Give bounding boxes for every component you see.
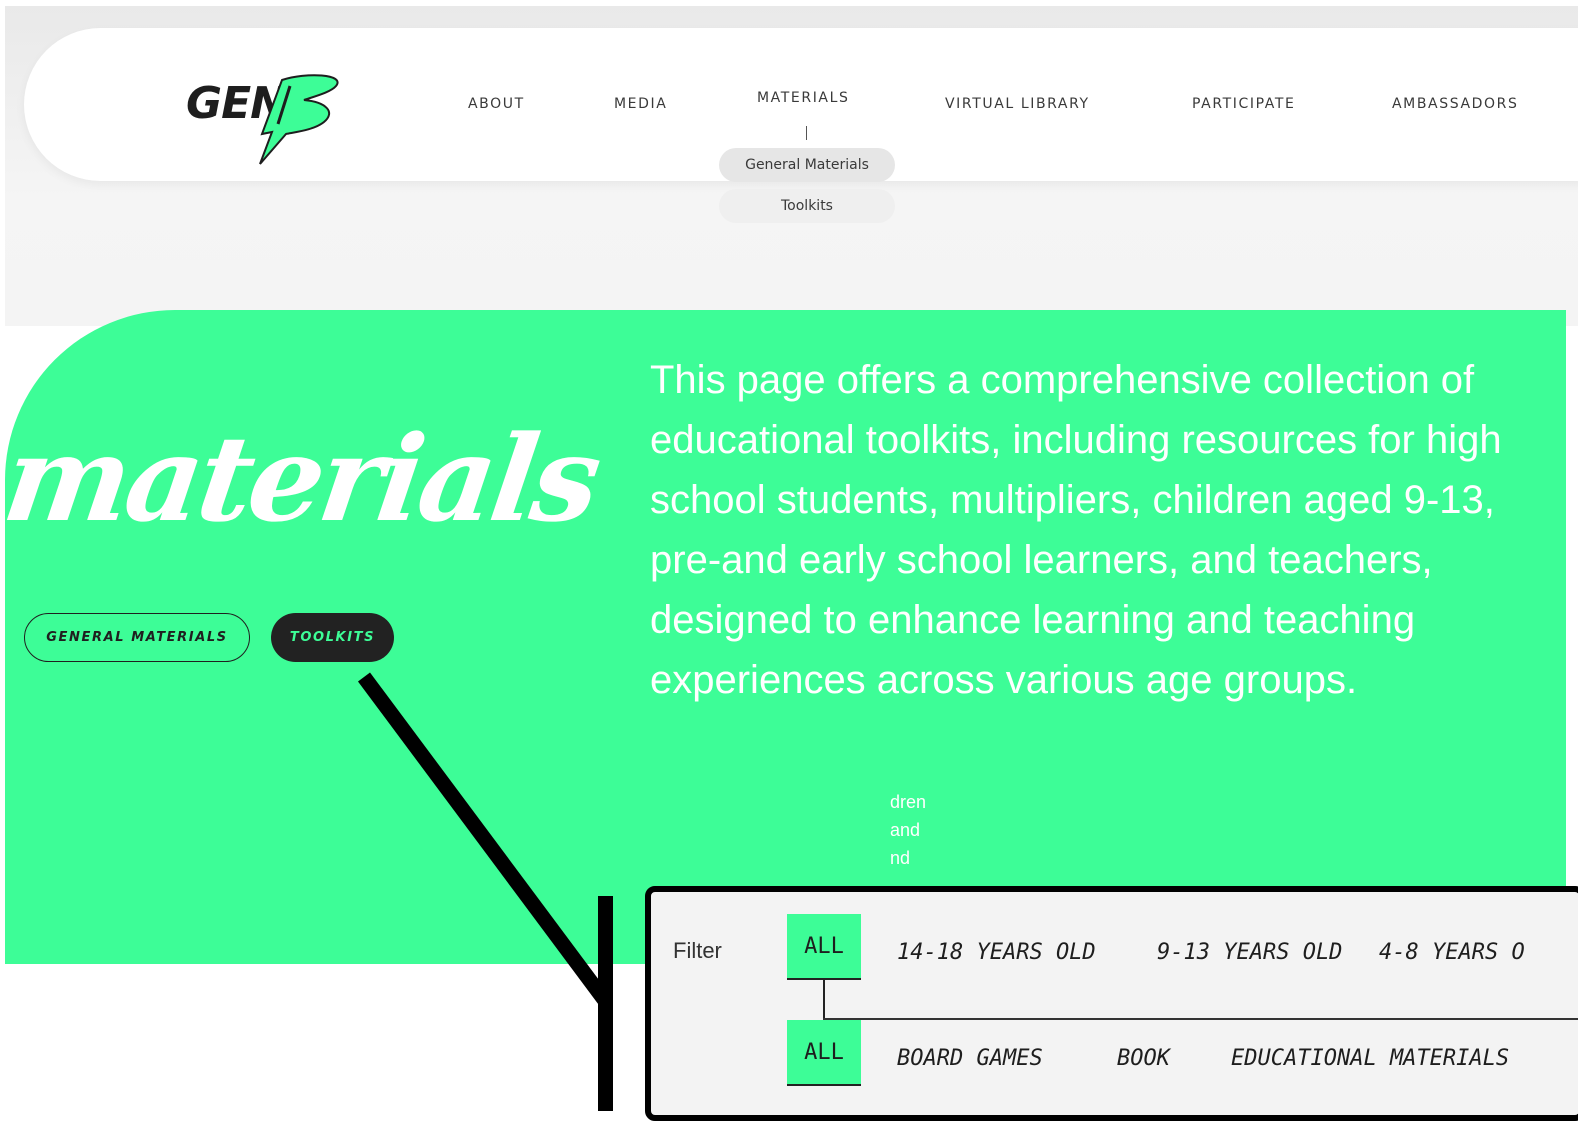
filter-divider bbox=[823, 1018, 1578, 1020]
age-filter-option[interactable]: 14-18 YEARS OLD bbox=[897, 940, 1096, 965]
page-title: materials bbox=[0, 409, 606, 548]
type-filter-option[interactable]: BOARD GAMES bbox=[897, 1046, 1043, 1071]
general-materials-button[interactable]: GENERAL MATERIALS bbox=[24, 613, 250, 662]
type-filter-option[interactable]: BOOK bbox=[1117, 1046, 1170, 1071]
filter-label: Filter bbox=[673, 938, 722, 963]
age-filter-option[interactable]: 9-13 YEARS OLD bbox=[1157, 940, 1342, 965]
dropdown-toolkits[interactable]: Toolkits bbox=[719, 189, 895, 223]
age-filter-all[interactable]: ALL bbox=[787, 914, 861, 980]
logo-b-mark-icon bbox=[259, 74, 339, 165]
age-filter-option[interactable]: 4-8 YEARS O bbox=[1379, 940, 1525, 965]
dropdown-general-materials[interactable]: General Materials bbox=[719, 148, 895, 182]
dropdown-caret bbox=[806, 126, 807, 140]
nav-materials[interactable]: MATERIALS bbox=[757, 90, 850, 106]
nav-ambassadors[interactable]: AMBASSADORS bbox=[1392, 96, 1518, 112]
nav-participate[interactable]: PARTICIPATE bbox=[1192, 96, 1295, 112]
site-logo[interactable]: GEN bbox=[186, 72, 356, 167]
nav-about[interactable]: ABOUT bbox=[468, 96, 525, 112]
overflow-line: nd bbox=[890, 848, 911, 868]
overflow-text-fragment: dren and nd bbox=[890, 788, 926, 872]
hero-description: This page offers a comprehensive collect… bbox=[650, 358, 1502, 702]
nav-media[interactable]: MEDIA bbox=[614, 96, 667, 112]
callout-bar bbox=[598, 896, 613, 1111]
nav-virtual-library[interactable]: VIRTUAL LIBRARY bbox=[945, 96, 1090, 112]
type-filter-option[interactable]: EDUCATIONAL MATERIALS bbox=[1231, 1046, 1509, 1071]
overflow-line: dren bbox=[890, 792, 927, 812]
filter-connector bbox=[823, 980, 825, 1020]
toolkits-button[interactable]: TOOLKITS bbox=[271, 613, 394, 662]
overflow-line: and bbox=[890, 820, 921, 840]
filter-panel: Filter ALL 14-18 YEARS OLD 9-13 YEARS OL… bbox=[645, 886, 1578, 1121]
type-filter-all[interactable]: ALL bbox=[787, 1020, 861, 1086]
